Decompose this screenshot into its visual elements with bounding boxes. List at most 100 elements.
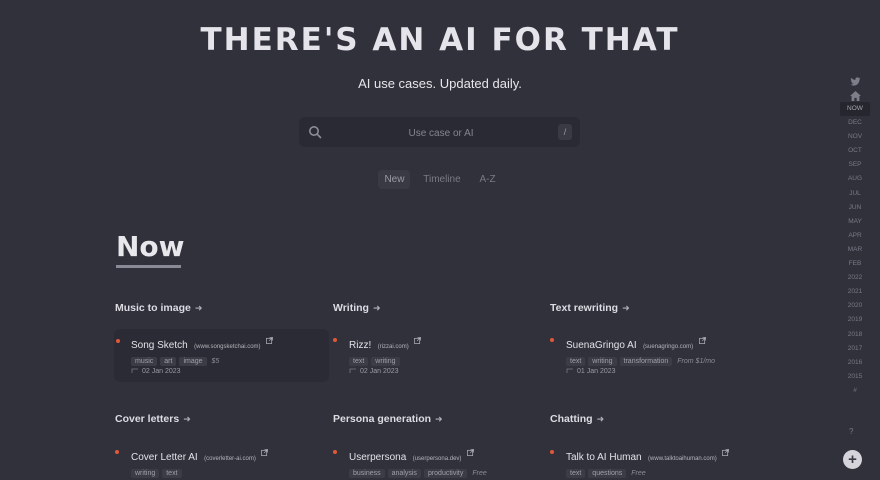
site-subtitle: AI use cases. Updated daily. [358, 76, 522, 91]
search-shortcut-key: / [558, 124, 572, 140]
bullet-dot [550, 450, 554, 454]
arrow-right-icon: ➜ [622, 303, 630, 313]
category-title: Persona generation [333, 413, 432, 425]
tool-card-rizz[interactable]: Rizz! (rizzai.com) text writing 02 Jan 20… [333, 329, 543, 382]
category-title: Text rewriting [550, 302, 619, 314]
search-icon [309, 126, 322, 139]
timeline-item-2016[interactable]: 2016 [840, 356, 870, 370]
tag[interactable]: writing [131, 469, 160, 478]
search-box[interactable] [299, 117, 580, 149]
tool-card-cover-letter-ai[interactable]: Cover Letter AI (coverletter-ai.com) wri… [115, 441, 325, 480]
tool-card-userpersona[interactable]: Userpersona (userpersona.dev) business an… [333, 441, 543, 480]
arrow-right-icon: ➜ [372, 303, 381, 313]
price-label: Free [631, 470, 646, 477]
price-label: $5 [211, 358, 220, 365]
arrow-right-icon: ➜ [183, 414, 191, 424]
external-link-icon[interactable] [261, 449, 269, 456]
page: THERE'S AN AI FOR THAT AI use cases. Upd… [0, 0, 880, 480]
category-header-writing[interactable]: Writing ➜ [333, 302, 381, 314]
tag[interactable]: writing [371, 357, 400, 366]
tag[interactable]: text [162, 469, 182, 478]
timeline-item-2015[interactable]: 2015 [840, 370, 870, 384]
timeline-item-2022[interactable]: 2022 [840, 271, 870, 285]
timeline-item-2020[interactable]: 2020 [840, 299, 870, 313]
timeline-item-nov[interactable]: NOV [840, 130, 870, 144]
bullet-dot [115, 450, 119, 454]
category-title: Music to image [115, 302, 191, 314]
tool-card-suenagringo-ai[interactable]: SuenaGringo AI (suenagringo.com) text wri… [550, 329, 780, 382]
category-title: Writing [333, 302, 369, 314]
tag[interactable]: music [131, 357, 158, 366]
tool-card-song-sketch[interactable]: Song Sketch (www.songsketchai.com) music… [114, 329, 329, 382]
external-link-icon[interactable] [722, 449, 730, 456]
category-title: Cover letters [115, 413, 180, 425]
timeline-item-now[interactable]: NOW [840, 102, 870, 117]
category-header-chatting[interactable]: Chatting ➜ [550, 413, 604, 425]
bullet-dot [550, 338, 554, 342]
timeline-sidebar: NOW DEC NOV OCT SEP AUG JUL JUN MAY APR … [840, 74, 870, 398]
timeline-item-feb[interactable]: FEB [840, 257, 870, 271]
tag[interactable]: text [566, 357, 586, 366]
category-header-persona-generation[interactable]: Persona generation ➜ [333, 413, 443, 425]
calendar-icon [349, 368, 356, 373]
price-label: Free [472, 470, 487, 477]
arrow-right-icon: ➜ [435, 414, 443, 424]
tag[interactable]: analysis [387, 469, 421, 478]
timeline-item-sep[interactable]: SEP [840, 158, 870, 172]
price-label: From $1/mo [677, 358, 716, 365]
tool-card-talk-to-ai-human[interactable]: Talk to AI Human (www.talktoaihuman.com)… [550, 441, 790, 480]
bullet-dot [333, 338, 337, 342]
tab-new[interactable]: New [378, 170, 411, 189]
home-icon[interactable] [840, 88, 870, 102]
section-title: Now [116, 230, 185, 263]
timeline-item-mar[interactable]: MAR [840, 243, 870, 257]
bullet-dot [333, 450, 337, 454]
category-header-music-to-image[interactable]: Music to image ➜ [115, 302, 202, 314]
category-header-cover-letters[interactable]: Cover letters ➜ [115, 413, 191, 425]
timeline-item-hash[interactable]: # [840, 384, 870, 398]
twitter-icon[interactable] [840, 74, 870, 88]
external-link-icon[interactable] [266, 337, 273, 344]
category-title: Chatting [550, 413, 593, 425]
timeline-item-2017[interactable]: 2017 [840, 342, 870, 356]
tool-date: 02 Jan 2023 [142, 368, 181, 375]
tag[interactable]: art [160, 357, 177, 366]
timeline-item-oct[interactable]: OCT [840, 144, 870, 158]
tag[interactable]: writing [588, 357, 617, 366]
tag[interactable]: image [179, 357, 207, 366]
timeline-item-may[interactable]: MAY [840, 215, 870, 229]
timeline-item-dec[interactable]: DEC [840, 116, 870, 130]
tab-timeline[interactable]: Timeline [417, 170, 466, 189]
site-title[interactable]: THERE'S AN AI FOR THAT [0, 22, 880, 58]
tag[interactable]: questions [588, 469, 627, 478]
category-header-text-rewriting[interactable]: Text rewriting ➜ [550, 302, 630, 314]
external-link-icon[interactable] [414, 337, 422, 344]
tag[interactable]: text [566, 469, 586, 478]
tag[interactable]: transformation [619, 357, 673, 366]
arrow-right-icon: ➜ [194, 303, 203, 313]
timeline-item-jul[interactable]: JUL [840, 187, 870, 201]
calendar-icon [131, 368, 138, 373]
search-input[interactable] [329, 117, 553, 149]
tab-a-z[interactable]: A-Z [473, 170, 501, 189]
help-button[interactable]: ? [849, 427, 853, 436]
timeline-item-jun[interactable]: JUN [840, 201, 870, 215]
tool-domain: (www.talktoaihuman.com) [648, 456, 717, 462]
tag[interactable]: text [349, 357, 369, 366]
section-underline [116, 265, 181, 268]
timeline-item-apr[interactable]: APR [840, 229, 870, 243]
calendar-icon [566, 368, 573, 373]
timeline-item-2021[interactable]: 2021 [840, 285, 870, 299]
arrow-right-icon: ➜ [596, 414, 605, 424]
timeline-item-2018[interactable]: 2018 [840, 328, 870, 342]
view-tabs: New Timeline A-Z [0, 170, 880, 189]
bullet-dot [116, 339, 120, 343]
tag[interactable]: business [349, 469, 385, 478]
add-tool-button[interactable]: + [843, 450, 862, 469]
timeline-item-2019[interactable]: 2019 [840, 313, 870, 327]
tool-date: 01 Jan 2023 [577, 368, 616, 375]
external-link-icon[interactable] [466, 449, 474, 456]
external-link-icon[interactable] [698, 337, 706, 344]
timeline-item-aug[interactable]: AUG [840, 172, 870, 186]
tag[interactable]: productivity [423, 469, 468, 478]
